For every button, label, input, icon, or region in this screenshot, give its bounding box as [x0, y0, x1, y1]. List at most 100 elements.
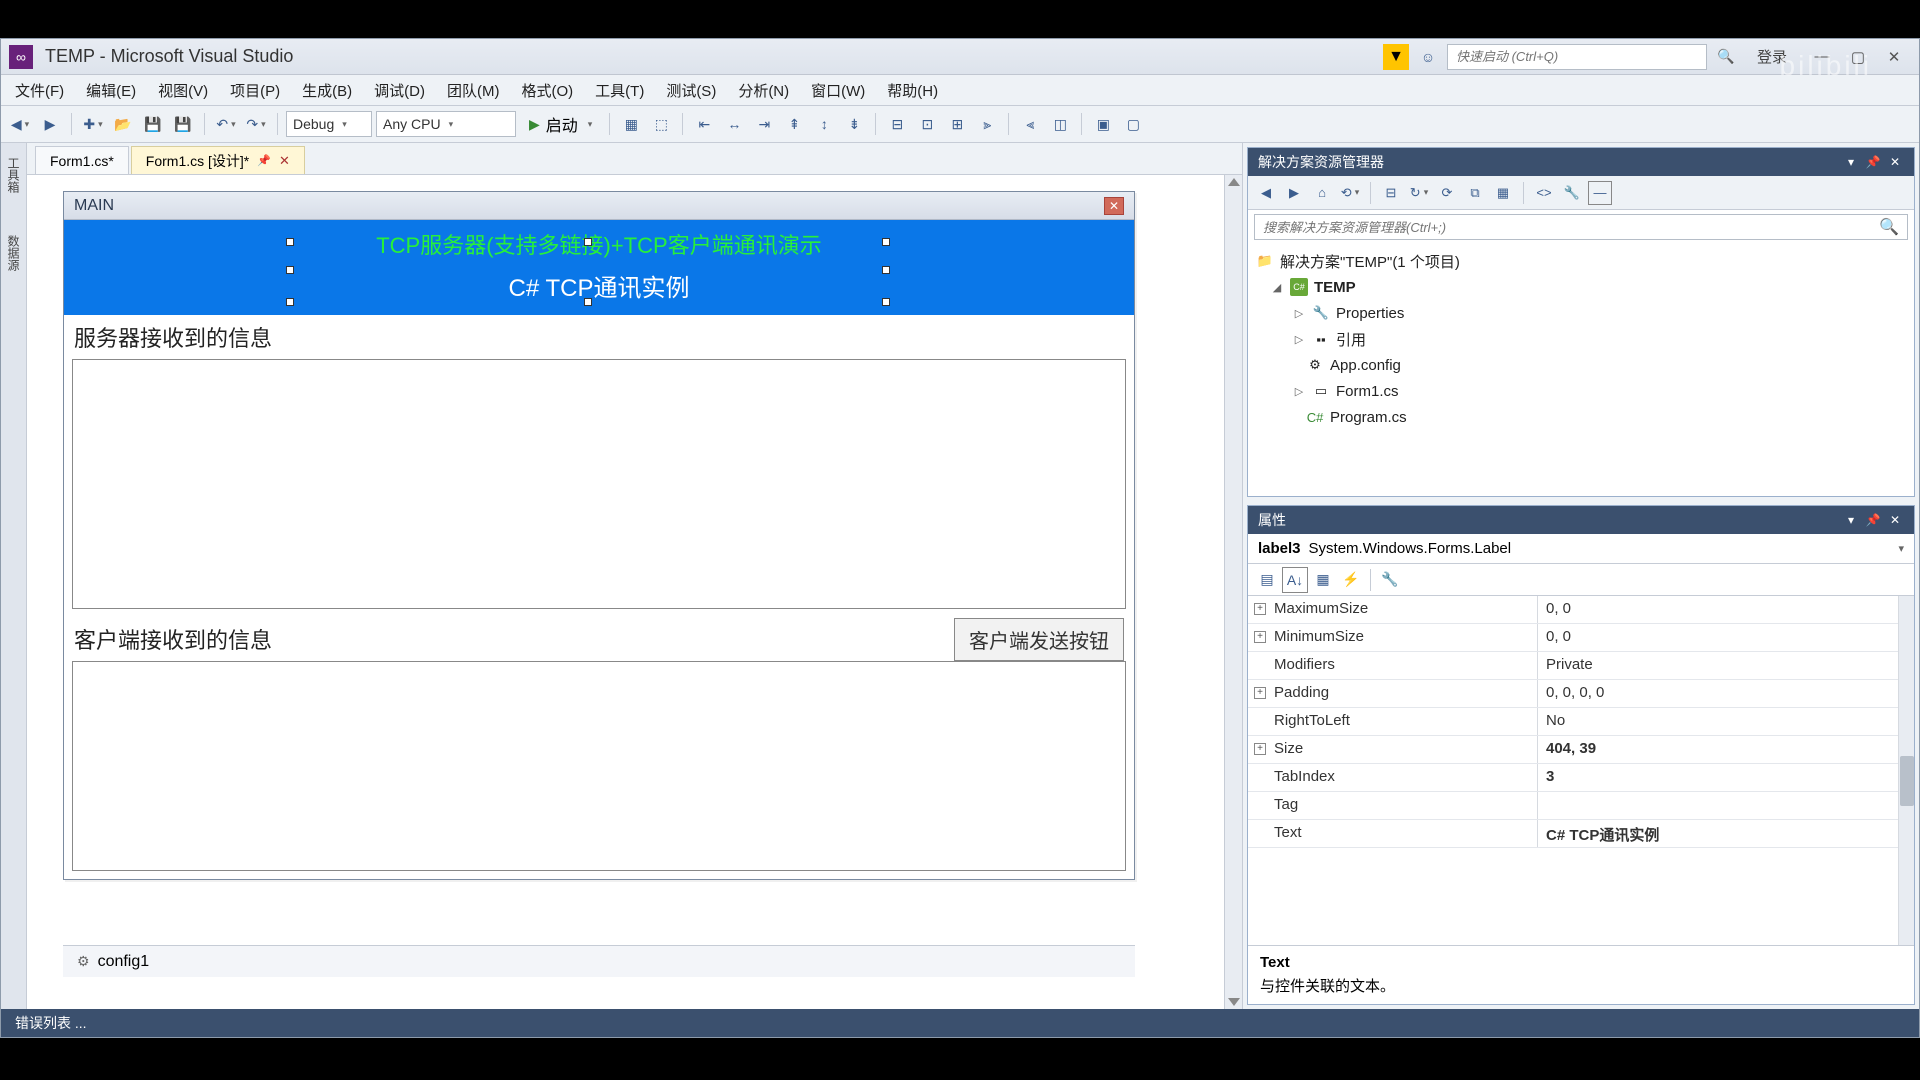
- se-code-icon[interactable]: <>: [1532, 181, 1556, 205]
- se-view-icon[interactable]: —: [1588, 181, 1612, 205]
- props-scrollbar[interactable]: [1898, 596, 1914, 945]
- status-text[interactable]: 错误列表 ...: [15, 1013, 87, 1033]
- start-debug-button[interactable]: ▶ 启动 ▾: [520, 111, 601, 137]
- winform-designer[interactable]: MAIN ✕ TCP服务器(支持多链接)+TCP客户端通讯演示 C# TCP通讯…: [63, 191, 1135, 880]
- vertical-scrollbar[interactable]: [1224, 175, 1242, 1009]
- save-all-button[interactable]: 💾: [170, 111, 196, 137]
- notifications-icon[interactable]: ▼: [1383, 44, 1409, 70]
- prop-row[interactable]: ModifiersPrivate: [1248, 652, 1914, 680]
- quick-launch-input[interactable]: [1447, 44, 1707, 70]
- layout-btn-2[interactable]: ⬚: [648, 111, 674, 137]
- spacing-h-icon[interactable]: ⫸: [974, 111, 1000, 137]
- properties-object-selector[interactable]: label3 System.Windows.Forms.Label: [1248, 534, 1914, 564]
- panel-close-icon[interactable]: ✕: [1886, 153, 1904, 171]
- se-wrench-icon[interactable]: 🔧: [1560, 181, 1584, 205]
- solution-search[interactable]: 🔍: [1254, 214, 1908, 240]
- prop-row[interactable]: TabIndex3: [1248, 764, 1914, 792]
- client-send-button[interactable]: 客户端发送按钮: [954, 618, 1124, 661]
- close-tab-icon[interactable]: ✕: [279, 153, 290, 169]
- se-back-icon[interactable]: ◀: [1254, 181, 1278, 205]
- datasource-tab[interactable]: 数据源: [3, 229, 24, 277]
- align-top-icon[interactable]: ⇞: [781, 111, 807, 137]
- prop-row[interactable]: +Size404, 39: [1248, 736, 1914, 764]
- se-refresh-icon[interactable]: ↻: [1407, 181, 1431, 205]
- events-icon[interactable]: ⚡: [1338, 567, 1364, 593]
- prop-row[interactable]: Tag: [1248, 792, 1914, 820]
- nav-forward-button[interactable]: ▶: [37, 111, 63, 137]
- sign-in-link[interactable]: 登录: [1757, 46, 1787, 67]
- close-button[interactable]: ✕: [1877, 45, 1911, 69]
- tray-item-config1[interactable]: config1: [98, 953, 150, 971]
- menu-build[interactable]: 生成(B): [292, 76, 362, 105]
- se-home-icon[interactable]: ⌂: [1310, 181, 1334, 205]
- open-file-button[interactable]: 📂: [110, 111, 136, 137]
- maximize-button[interactable]: ▢: [1841, 45, 1875, 69]
- menu-format[interactable]: 格式(O): [511, 76, 583, 105]
- menu-window[interactable]: 窗口(W): [801, 76, 875, 105]
- se-copy-icon[interactable]: ⧉: [1463, 181, 1487, 205]
- tree-solution-root[interactable]: 📁 解决方案"TEMP"(1 个项目): [1256, 248, 1906, 274]
- se-fwd-icon[interactable]: ▶: [1282, 181, 1306, 205]
- se-collapse-icon[interactable]: ⊟: [1379, 181, 1403, 205]
- tab-form1-code[interactable]: Form1.cs*: [35, 146, 129, 174]
- label-white-selected[interactable]: C# TCP通讯实例: [64, 268, 1134, 303]
- platform-combo[interactable]: Any CPU: [376, 111, 516, 137]
- menu-project[interactable]: 项目(P): [220, 76, 290, 105]
- tree-project[interactable]: ◢ C# TEMP: [1256, 274, 1906, 300]
- prop-row[interactable]: RightToLeftNo: [1248, 708, 1914, 736]
- new-project-button[interactable]: ✚: [80, 111, 106, 137]
- menu-view[interactable]: 视图(V): [148, 76, 218, 105]
- tab-form1-design[interactable]: Form1.cs [设计]* 📌 ✕: [131, 146, 305, 174]
- minimize-button[interactable]: —: [1805, 45, 1839, 69]
- panel-dropdown-icon[interactable]: ▾: [1842, 511, 1860, 529]
- expand-icon[interactable]: ▷: [1292, 385, 1306, 398]
- form-close-icon[interactable]: ✕: [1104, 197, 1124, 215]
- center-h-icon[interactable]: ◫: [1047, 111, 1073, 137]
- menu-team[interactable]: 团队(M): [437, 76, 510, 105]
- spacing-v-icon[interactable]: ⫷: [1017, 111, 1043, 137]
- expand-icon[interactable]: ▷: [1292, 307, 1306, 320]
- properties-grid[interactable]: +MaximumSize0, 0 +MinimumSize0, 0 Modifi…: [1248, 596, 1914, 945]
- save-button[interactable]: 💾: [140, 111, 166, 137]
- tree-appconfig[interactable]: ⚙ App.config: [1256, 352, 1906, 378]
- align-left-icon[interactable]: ⇤: [691, 111, 717, 137]
- panel-pin-icon[interactable]: 📌: [1864, 153, 1882, 171]
- client-recv-textbox[interactable]: [72, 661, 1126, 871]
- se-showall-icon[interactable]: ⟳: [1435, 181, 1459, 205]
- alphabetical-icon[interactable]: A↓: [1282, 567, 1308, 593]
- prop-row[interactable]: +MinimumSize0, 0: [1248, 624, 1914, 652]
- se-sync-icon[interactable]: ⟲: [1338, 181, 1362, 205]
- menu-analyze[interactable]: 分析(N): [728, 76, 799, 105]
- panel-close-icon[interactable]: ✕: [1886, 511, 1904, 529]
- design-surface[interactable]: MAIN ✕ TCP服务器(支持多链接)+TCP客户端通讯演示 C# TCP通讯…: [27, 175, 1242, 1009]
- menu-debug[interactable]: 调试(D): [364, 76, 435, 105]
- bring-front-icon[interactable]: ▣: [1090, 111, 1116, 137]
- expand-icon[interactable]: ◢: [1270, 281, 1284, 294]
- prop-row[interactable]: TextC# TCP通讯实例: [1248, 820, 1914, 848]
- menu-file[interactable]: 文件(F): [5, 76, 74, 105]
- menu-test[interactable]: 测试(S): [656, 76, 726, 105]
- expand-icon[interactable]: ▷: [1292, 333, 1306, 346]
- menu-tools[interactable]: 工具(T): [585, 76, 654, 105]
- server-recv-textbox[interactable]: [72, 359, 1126, 609]
- props-page-icon[interactable]: ▦: [1310, 567, 1336, 593]
- menu-help[interactable]: 帮助(H): [877, 76, 948, 105]
- layout-btn-1[interactable]: ▦: [618, 111, 644, 137]
- tree-program[interactable]: C# Program.cs: [1256, 404, 1906, 430]
- se-props-icon[interactable]: ▦: [1491, 181, 1515, 205]
- prop-row[interactable]: +Padding0, 0, 0, 0: [1248, 680, 1914, 708]
- size-width-icon[interactable]: ⊟: [884, 111, 910, 137]
- client-recv-label[interactable]: 客户端接收到的信息: [74, 617, 944, 661]
- server-recv-label[interactable]: 服务器接收到的信息: [64, 315, 1134, 359]
- search-icon[interactable]: 🔍: [1879, 217, 1899, 237]
- undo-button[interactable]: ↶: [213, 111, 239, 137]
- align-middle-icon[interactable]: ↕: [811, 111, 837, 137]
- size-both-icon[interactable]: ⊞: [944, 111, 970, 137]
- align-center-icon[interactable]: ↔: [721, 111, 747, 137]
- props-wrench-icon[interactable]: 🔧: [1377, 567, 1403, 593]
- search-icon[interactable]: 🔍: [1713, 44, 1739, 70]
- menu-edit[interactable]: 编辑(E): [76, 76, 146, 105]
- solution-search-input[interactable]: [1263, 220, 1879, 235]
- tree-properties[interactable]: ▷ 🔧 Properties: [1256, 300, 1906, 326]
- label-green[interactable]: TCP服务器(支持多链接)+TCP客户端通讯演示: [64, 228, 1134, 260]
